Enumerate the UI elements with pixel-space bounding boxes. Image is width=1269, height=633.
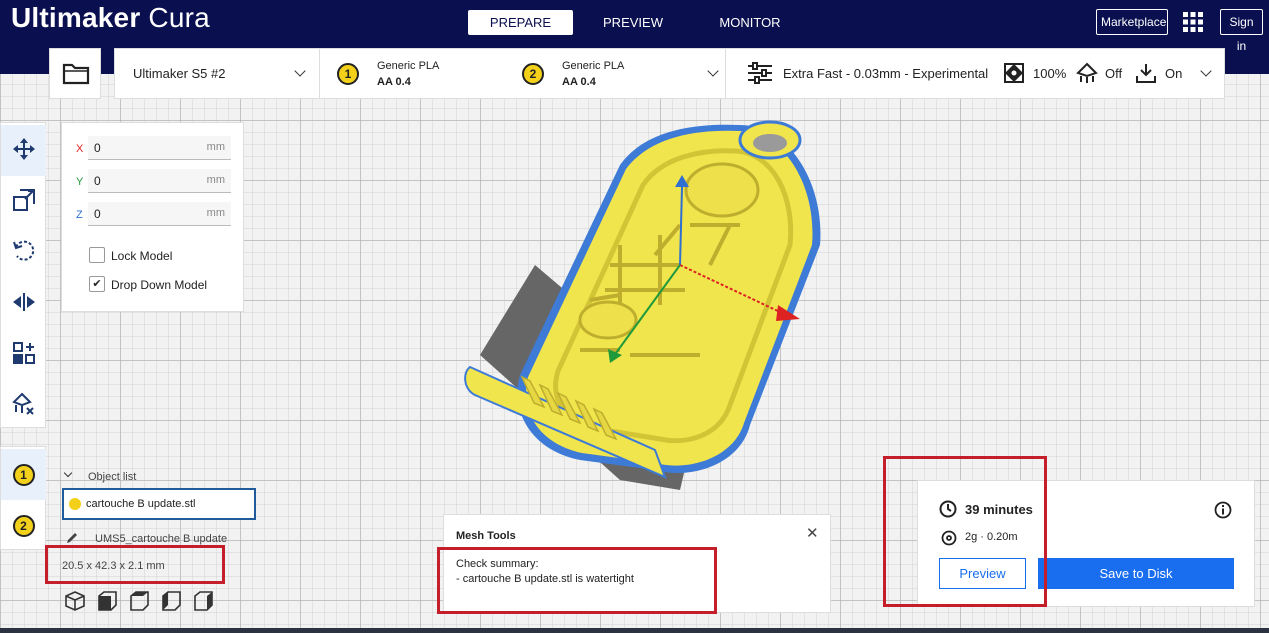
printer-name: Ultimaker S5 #2 bbox=[133, 66, 226, 81]
object-list-item[interactable]: cartouche B update.stl bbox=[62, 488, 256, 520]
chevron-down-icon bbox=[1200, 65, 1212, 77]
view-right-icon[interactable] bbox=[192, 590, 214, 612]
close-icon[interactable]: ✕ bbox=[806, 524, 819, 542]
support-blocker-button[interactable] bbox=[1, 380, 46, 431]
open-file-button[interactable] bbox=[49, 48, 101, 99]
app-title: Ultimaker Cura bbox=[11, 2, 210, 33]
support-blocker-icon bbox=[11, 392, 36, 419]
extruder-2-nozzle: AA 0.4 bbox=[562, 76, 596, 88]
support-value: Off bbox=[1105, 66, 1123, 81]
profile-name: Extra Fast - 0.03mm - Experimental bbox=[783, 66, 989, 81]
extruder-1-nozzle: AA 0.4 bbox=[377, 76, 411, 88]
chevron-down-icon[interactable] bbox=[63, 468, 73, 478]
object-name: cartouche B update.stl bbox=[86, 498, 196, 510]
move-panel: X 0 mm Y 0 mm Z 0 mm Lock Model ✔ Drop Down… bbox=[61, 122, 244, 312]
mirror-icon bbox=[12, 292, 36, 315]
lock-model-checkbox[interactable] bbox=[89, 247, 105, 263]
scale-icon bbox=[12, 189, 35, 214]
z-label: Z bbox=[76, 209, 83, 221]
apps-grid-icon[interactable] bbox=[1183, 12, 1203, 32]
scale-tool-button[interactable] bbox=[1, 176, 46, 227]
per-model-settings-button[interactable] bbox=[1, 329, 46, 380]
drop-down-label: Drop Down Model bbox=[111, 278, 208, 292]
support-icon bbox=[1076, 62, 1098, 87]
settings-sliders-icon bbox=[747, 62, 773, 87]
extruder-2-icon: 2 bbox=[522, 63, 544, 85]
object-list-header[interactable]: Object list bbox=[88, 471, 136, 483]
info-icon[interactable] bbox=[1214, 501, 1232, 522]
x-input[interactable]: 0 mm bbox=[88, 136, 231, 160]
tab-preview[interactable]: PREVIEW bbox=[588, 10, 678, 35]
tool-bar bbox=[0, 122, 46, 428]
move-tool-button[interactable] bbox=[1, 125, 46, 176]
chevron-down-icon bbox=[707, 65, 719, 77]
extruder-1-icon: 1 bbox=[337, 63, 359, 85]
tab-prepare[interactable]: PREPARE bbox=[468, 10, 573, 35]
move-icon bbox=[12, 137, 36, 164]
infill-icon bbox=[1004, 63, 1024, 86]
rotate-tool-button[interactable] bbox=[1, 227, 46, 278]
print-setup-bar: Ultimaker S5 #2 1 Generic PLA AA 0.4 2 G… bbox=[114, 48, 1225, 99]
infill-value: 100% bbox=[1033, 66, 1067, 81]
tab-monitor[interactable]: MONITOR bbox=[704, 10, 796, 35]
highlight-box bbox=[883, 456, 1047, 607]
adhesion-icon bbox=[1135, 62, 1157, 87]
z-input[interactable]: 0 mm bbox=[88, 202, 231, 226]
x-label: X bbox=[76, 143, 84, 155]
extruder-buttons: 1 2 bbox=[0, 446, 46, 550]
extruder-2-button[interactable]: 2 bbox=[1, 500, 46, 551]
drop-down-checkbox[interactable]: ✔ bbox=[89, 276, 105, 292]
highlight-box bbox=[437, 547, 717, 614]
highlight-box bbox=[45, 545, 225, 584]
rotate-icon bbox=[12, 239, 36, 266]
print-settings-selector[interactable]: Extra Fast - 0.03mm - Experimental 100% … bbox=[727, 49, 1225, 98]
per-model-settings-icon bbox=[12, 342, 35, 367]
save-to-disk-button[interactable]: Save to Disk bbox=[1038, 558, 1234, 589]
adhesion-value: On bbox=[1165, 66, 1183, 81]
view-3d-icon[interactable] bbox=[64, 590, 86, 612]
view-left-icon[interactable] bbox=[160, 590, 182, 612]
mesh-tools-title: Mesh Tools bbox=[456, 530, 516, 542]
extruder-2-material: Generic PLA bbox=[562, 60, 625, 72]
extruder-1-button[interactable]: 1 bbox=[1, 449, 46, 500]
object-color-dot bbox=[69, 498, 81, 510]
os-taskbar bbox=[0, 628, 1269, 633]
mirror-tool-button[interactable] bbox=[1, 278, 46, 329]
lock-model-label: Lock Model bbox=[111, 249, 173, 263]
extruder-1-material: Generic PLA bbox=[377, 60, 440, 72]
printer-selector[interactable]: Ultimaker S5 #2 bbox=[115, 49, 320, 98]
material-selector[interactable]: 1 Generic PLA AA 0.4 2 Generic PLA AA 0.… bbox=[321, 49, 726, 98]
model-viewport[interactable] bbox=[440, 105, 840, 495]
view-orientation-bar bbox=[64, 590, 224, 614]
sign-in-button[interactable]: Sign in bbox=[1220, 9, 1263, 53]
y-input[interactable]: 0 mm bbox=[88, 169, 231, 193]
folder-icon bbox=[62, 61, 90, 88]
job-name[interactable]: UMS5_cartouche B update bbox=[95, 533, 227, 545]
view-top-icon[interactable] bbox=[128, 590, 150, 612]
view-front-icon[interactable] bbox=[96, 590, 118, 612]
y-label: Y bbox=[76, 176, 84, 188]
chevron-down-icon bbox=[294, 65, 306, 77]
marketplace-button[interactable]: Marketplace bbox=[1096, 9, 1168, 35]
